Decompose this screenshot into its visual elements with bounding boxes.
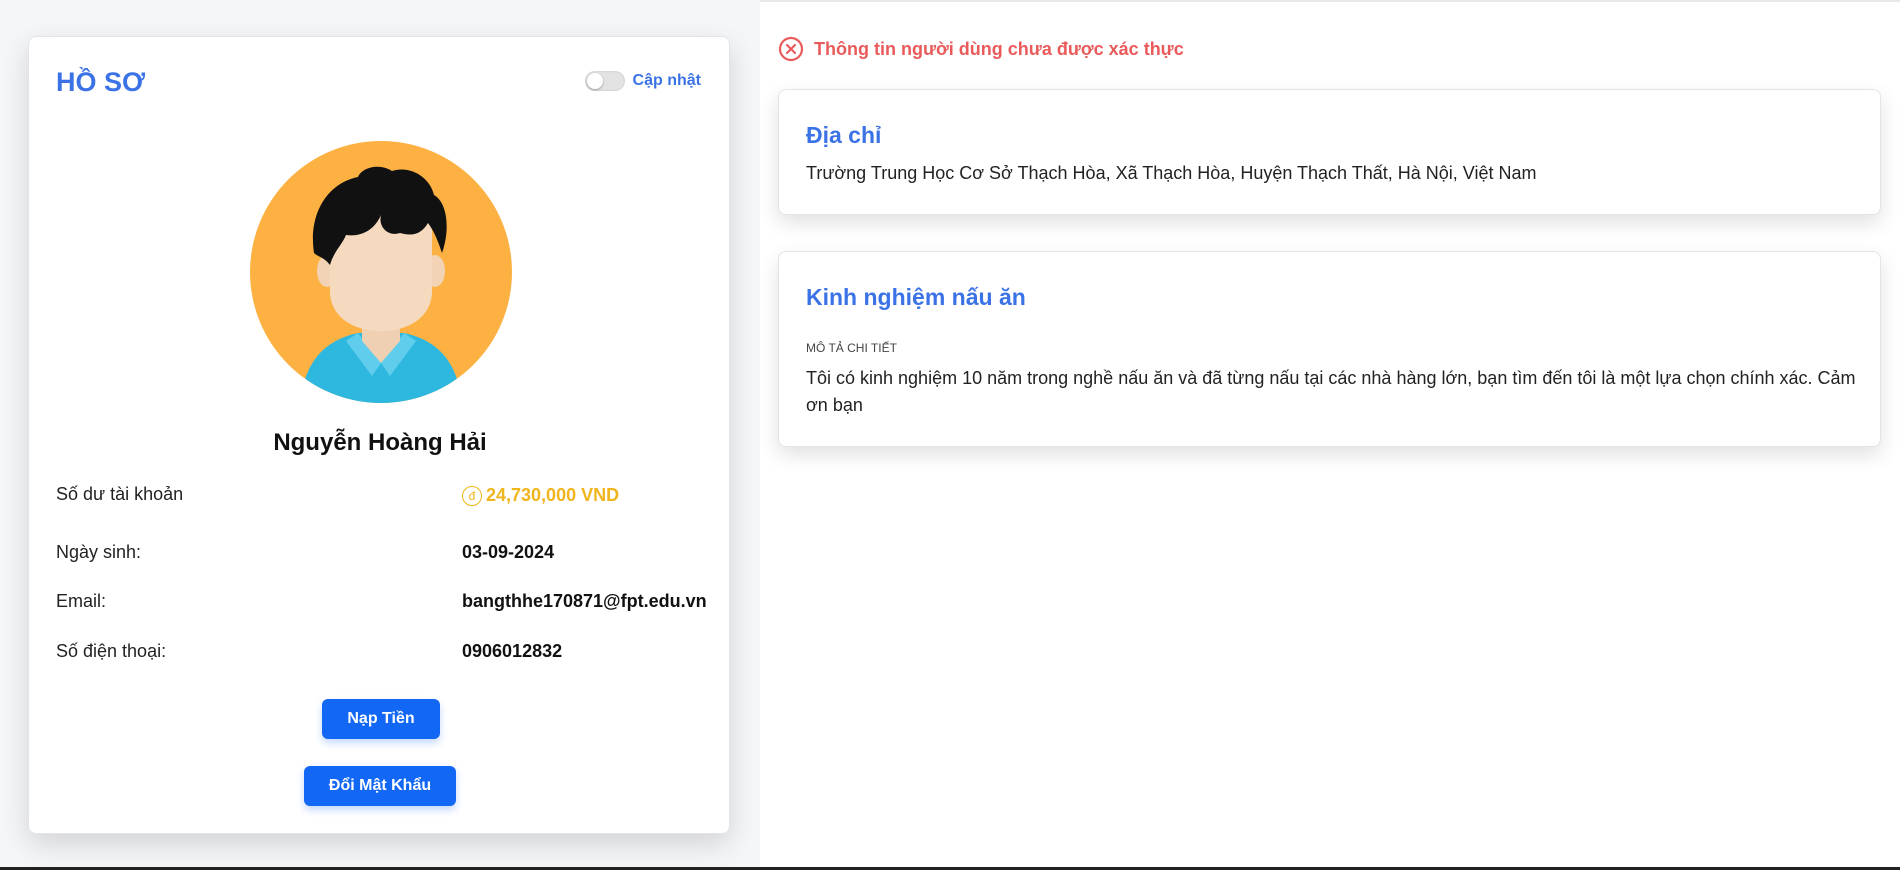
alert-text: Thông tin người dùng chưa được xác thực [814,38,1184,59]
avatar [250,141,512,403]
address-card: Địa chỉ Trường Trung Học Cơ Sở Thạch Hòa… [778,89,1881,215]
experience-card: Kinh nghiệm nấu ăn MÔ TẢ CHI TIẾT Tôi có… [778,251,1881,447]
currency-coin-icon: đ [462,485,482,506]
experience-text: Tôi có kinh nghiệm 10 năm trong nghề nấu… [806,368,1856,415]
address-title: Địa chỉ [806,122,882,148]
address-text: Trường Trung Học Cơ Sở Thạch Hòa, Xã Thạ… [806,163,1537,183]
update-toggle[interactable]: Cập nhật [584,71,701,91]
dob-value: 03-09-2024 [462,542,555,562]
phone-value: 0906012832 [462,641,563,661]
experience-title: Kinh nghiệm nấu ăn [806,284,1026,310]
balance-label: Số dư tài khoản [56,484,184,504]
email-value: bangthhe170871@fpt.edu.vn [462,591,707,611]
change-password-button[interactable]: Đổi Mật Khẩu [304,766,456,806]
toggle-knob [586,73,603,89]
phone-label: Số điện thoại: [56,641,167,661]
email-label: Email: [56,591,107,611]
toggle-label: Cập nhật [632,72,701,89]
balance-value: 24,730,000 VND [486,485,620,505]
balance-value-group: đ 24,730,000 VND [462,485,619,506]
profile-title: HỒ SƠ [56,67,146,97]
verification-alert: Thông tin người dùng chưa được xác thực [778,36,1184,62]
close-circle-icon [778,36,804,62]
toggle-switch[interactable] [584,71,625,91]
profile-card: HỒ SƠ Cập nhật Nguyễn Hoàng Hải Số dư tà… [28,36,730,834]
experience-caption: MÔ TẢ CHI TIẾT [806,341,897,355]
profile-name: Nguyễn Hoàng Hải [273,429,487,456]
dob-label: Ngày sinh: [56,542,142,562]
deposit-button[interactable]: Nạp Tiền [322,699,440,739]
